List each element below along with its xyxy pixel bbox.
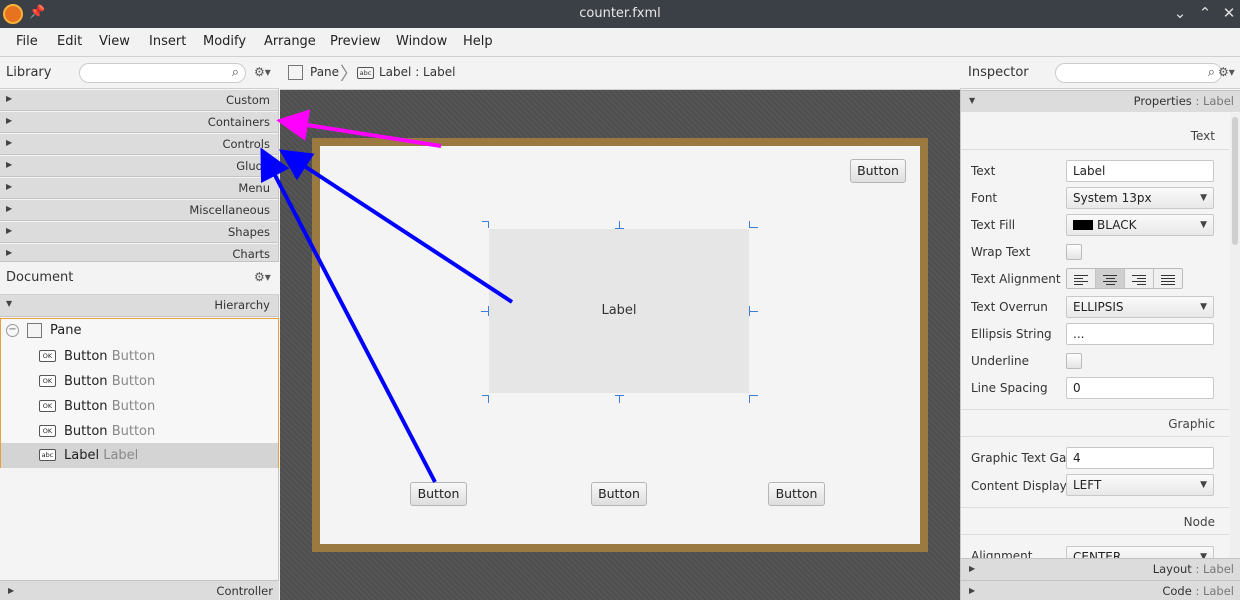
annotation-arrows [260, 109, 514, 483]
annotation-arrow-blue [260, 147, 437, 483]
annotation-arrow-magenta [276, 109, 442, 148]
annotation-arrow-blue [278, 149, 514, 304]
